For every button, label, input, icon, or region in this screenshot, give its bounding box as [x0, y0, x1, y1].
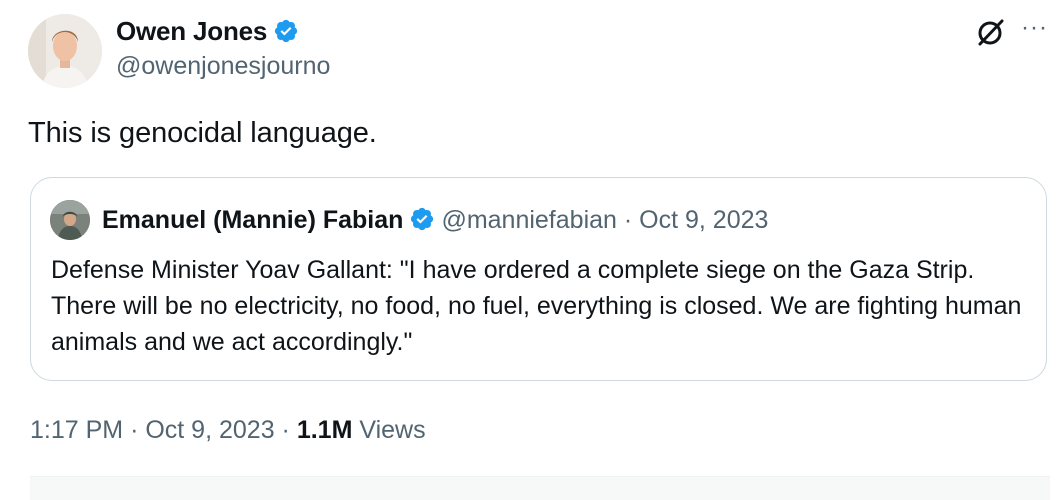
quoted-author-handle[interactable]: @manniefabian: [441, 206, 617, 234]
tweet-time[interactable]: 1:17 PM: [30, 416, 123, 444]
verified-badge-icon: [411, 207, 434, 231]
quoted-author-avatar: [50, 200, 90, 240]
avatar-image: [28, 14, 102, 88]
separator-dot: ·: [623, 206, 633, 234]
verified-badge-icon: [275, 19, 298, 43]
author-handle[interactable]: @owenjonesjourno: [116, 52, 330, 81]
top-actions: ···: [973, 16, 1048, 50]
quoted-tweet-header: Emanuel (Mannie) Fabian @manniefabian · O…: [102, 206, 768, 235]
quoted-tweet-card[interactable]: Emanuel (Mannie) Fabian @manniefabian · O…: [30, 177, 1047, 381]
quoted-tweet-date[interactable]: Oct 9, 2023: [639, 206, 768, 234]
views-label: Views: [359, 416, 426, 444]
bottom-section: [30, 476, 1050, 500]
tweet-meta: 1:17 PM · Oct 9, 2023 · 1.1M Views: [30, 416, 426, 445]
author-avatar[interactable]: [28, 14, 102, 88]
quoted-tweet-text: Defense Minister Yoav Gallant: "I have o…: [51, 256, 1022, 356]
more-options-icon[interactable]: ···: [1021, 16, 1048, 40]
author-name[interactable]: Owen Jones: [116, 16, 299, 47]
separator-dot: ·: [130, 416, 139, 444]
quoted-author-name[interactable]: Emanuel (Mannie) Fabian: [102, 206, 403, 234]
quoted-avatar-image: [50, 200, 90, 240]
author-name-text[interactable]: Owen Jones: [116, 16, 267, 46]
separator-dot: ·: [281, 416, 290, 444]
tweet-text: This is genocidal language.: [28, 117, 377, 149]
grok-icon[interactable]: [973, 16, 1007, 50]
views-count: 1.1M: [296, 416, 353, 444]
tweet-date[interactable]: Oct 9, 2023: [145, 416, 274, 444]
